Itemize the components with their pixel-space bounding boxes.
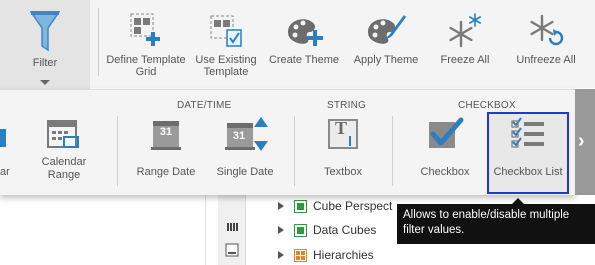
tree-item-label: Data Cubes bbox=[313, 223, 377, 237]
single-date-button[interactable]: 31 Single Date bbox=[210, 116, 280, 179]
funnel-icon bbox=[30, 11, 60, 52]
checkbox-button[interactable]: Checkbox bbox=[412, 116, 478, 179]
textbox-glyph: T bbox=[334, 118, 347, 138]
define-template-grid-button[interactable]: Define Template Grid bbox=[106, 8, 186, 78]
expand-arrow-icon[interactable] bbox=[278, 202, 284, 210]
textbox-button[interactable]: T Textbox bbox=[312, 116, 374, 179]
panel-border bbox=[205, 195, 206, 265]
single-date-day: 31 bbox=[232, 130, 246, 142]
checkbox-list-icon bbox=[511, 117, 544, 148]
range-date-button[interactable]: 31 Range Date bbox=[132, 116, 200, 179]
cube-icon bbox=[294, 199, 307, 213]
apply-theme-button[interactable]: Apply Theme bbox=[350, 8, 422, 66]
textbox-label: Textbox bbox=[324, 166, 362, 178]
apply-theme-icon bbox=[368, 15, 406, 44]
use-existing-template-icon bbox=[210, 15, 242, 47]
single-date-label: Single Date bbox=[216, 166, 274, 178]
create-theme-label: Create Theme bbox=[268, 54, 340, 66]
checkbox-icon bbox=[429, 117, 464, 148]
section-divider bbox=[294, 116, 295, 186]
section-label-string: STRING bbox=[327, 100, 366, 111]
tree-item-label: Hierarchies bbox=[313, 248, 374, 262]
use-existing-template-button[interactable]: Use Existing Template bbox=[190, 8, 262, 78]
database-icon[interactable] bbox=[227, 223, 239, 231]
tree-item[interactable]: Data Cubes bbox=[278, 221, 376, 239]
calendar-range-button[interactable]: Calendar Range bbox=[34, 116, 94, 182]
freeze-all-icon bbox=[449, 13, 482, 48]
unfreeze-all-button[interactable]: Unfreeze All bbox=[510, 8, 582, 66]
checkbox-list-label: Checkbox List bbox=[493, 166, 563, 178]
define-template-grid-label: Define Template Grid bbox=[106, 54, 186, 78]
chevron-right-icon[interactable]: › bbox=[578, 130, 585, 153]
section-divider bbox=[117, 116, 118, 186]
ribbon-divider bbox=[98, 8, 99, 76]
range-date-label: Range Date bbox=[136, 166, 196, 178]
expand-arrow-icon[interactable] bbox=[278, 226, 284, 234]
partial-icon bbox=[0, 129, 6, 147]
expand-arrow-icon[interactable] bbox=[278, 251, 284, 259]
use-existing-template-label: Use Existing Template bbox=[195, 54, 257, 78]
section-label-datetime: DATE/TIME bbox=[177, 100, 232, 111]
calendar-range-icon bbox=[47, 120, 79, 148]
side-icon-strip bbox=[218, 195, 246, 265]
panel-scroll-right[interactable]: › bbox=[575, 89, 595, 195]
checkbox-label: Checkbox bbox=[420, 166, 470, 178]
range-date-day: 31 bbox=[159, 126, 173, 138]
partial-filter-button[interactable]: ar bbox=[0, 116, 14, 179]
checkbox-list-button[interactable]: Checkbox List bbox=[489, 116, 567, 179]
tree-item-label: Cube Perspect bbox=[313, 199, 393, 213]
hierarchy-icon bbox=[294, 248, 307, 262]
tree-item[interactable]: Hierarchies bbox=[278, 246, 374, 264]
filter-label: Filter bbox=[32, 57, 58, 69]
partial-label: ar bbox=[0, 166, 10, 178]
unfreeze-all-icon bbox=[530, 14, 564, 46]
tree-item[interactable]: Cube Perspect bbox=[278, 197, 392, 215]
filter-button[interactable]: Filter bbox=[0, 0, 90, 90]
chevron-down-icon[interactable] bbox=[40, 80, 50, 85]
freeze-all-button[interactable]: Freeze All bbox=[430, 8, 500, 66]
calendar-range-label: Calendar Range bbox=[41, 156, 87, 181]
apply-theme-label: Apply Theme bbox=[353, 54, 419, 66]
create-theme-icon bbox=[288, 19, 323, 46]
cube-icon bbox=[294, 223, 307, 237]
freeze-all-label: Freeze All bbox=[440, 54, 490, 66]
unfreeze-all-label: Unfreeze All bbox=[516, 54, 576, 66]
tooltip: Allows to enable/disable multiple filter… bbox=[397, 204, 595, 244]
panel-icon[interactable] bbox=[225, 243, 239, 257]
toolbar-ribbon: Filter Define Template Grid Use Existing… bbox=[0, 0, 595, 90]
section-divider bbox=[392, 116, 393, 186]
define-template-grid-icon bbox=[130, 13, 160, 46]
create-theme-button[interactable]: Create Theme bbox=[268, 8, 340, 66]
section-label-checkbox: CHECKBOX bbox=[458, 100, 516, 111]
